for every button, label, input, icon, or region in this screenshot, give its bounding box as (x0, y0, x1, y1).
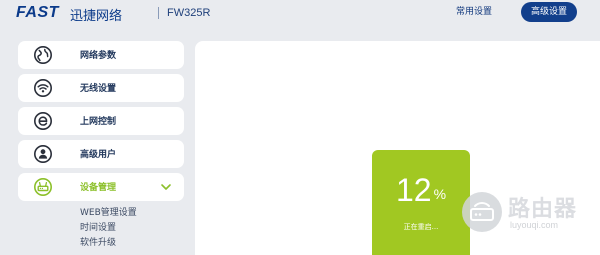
chevron-down-icon (161, 184, 171, 190)
header: FAST 迅捷网络 FW325R 常用设置 高级设置 (0, 0, 600, 26)
sidebar-item-network-params[interactable]: 网络参数 (18, 41, 184, 69)
progress-value: 12 (395, 172, 432, 208)
user-icon (34, 145, 52, 163)
globe-icon (34, 46, 52, 64)
brand-logo: FAST (16, 4, 59, 21)
model-name: FW325R (167, 7, 211, 19)
sidebar-item-label: 上网控制 (80, 117, 117, 127)
sidebar-item-label: 设备管理 (80, 183, 117, 193)
logo-divider (158, 7, 159, 19)
sidebar: 网络参数 无线设置 上网控制 高级用户 设备管理 (18, 41, 184, 206)
progress-percentage: 12% (372, 172, 470, 212)
progress-status-text: 正在重启... (403, 223, 439, 231)
reboot-progress-card: 12% 正在重启... (372, 150, 470, 255)
watermark-router-icon (462, 192, 502, 232)
sidebar-item-wireless[interactable]: 无线设置 (18, 74, 184, 102)
wifi-icon (34, 79, 52, 97)
brand-chinese-name: 迅捷网络 (70, 9, 123, 24)
advanced-settings-button[interactable]: 高级设置 (521, 2, 577, 22)
sidebar-item-label: 网络参数 (80, 51, 117, 61)
router-icon (34, 178, 52, 196)
sidebar-item-advanced-users[interactable]: 高级用户 (18, 140, 184, 168)
common-settings-button[interactable]: 常用设置 (456, 4, 492, 20)
sidebar-item-internet-control[interactable]: 上网控制 (18, 107, 184, 135)
watermark: 路由器 luyouqi.com (462, 189, 600, 237)
e-icon (34, 112, 52, 130)
watermark-sub-text: luyouqi.com (510, 220, 559, 230)
sidebar-item-label: 高级用户 (80, 150, 117, 160)
submenu-item-firmware-upgrade[interactable]: 软件升级 (80, 235, 137, 250)
submenu-item-time-settings[interactable]: 时间设置 (80, 220, 137, 235)
sidebar-item-label: 无线设置 (80, 84, 117, 94)
watermark-main-text: 路由器 (508, 197, 578, 222)
device-management-submenu: WEB管理设置 时间设置 软件升级 (80, 205, 137, 250)
submenu-item-web-management[interactable]: WEB管理设置 (80, 205, 137, 220)
sidebar-item-device-management[interactable]: 设备管理 (18, 173, 184, 201)
progress-unit: % (433, 186, 447, 202)
